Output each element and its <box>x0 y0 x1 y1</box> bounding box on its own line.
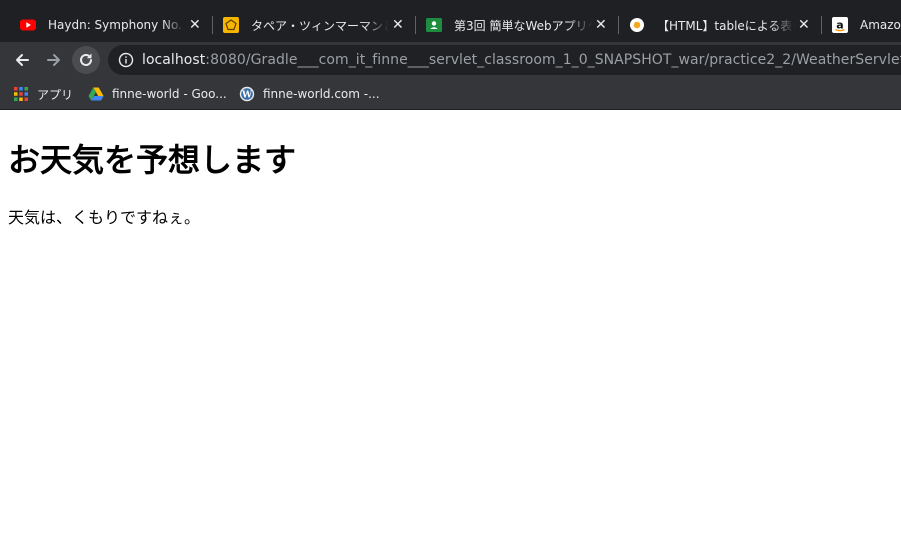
reload-icon <box>80 53 92 66</box>
bookmarks-bar: アプリ finne-world - Goo... W finne-world.c… <box>0 78 901 110</box>
forward-button[interactable] <box>40 46 68 74</box>
url-text: localhost:8080/Gradle___com_it_finne___s… <box>142 52 901 68</box>
svg-text:a: a <box>836 19 843 32</box>
tab-close-button[interactable]: ✕ <box>189 18 201 32</box>
tab-title: 【HTML】tableによる表の <box>657 18 795 33</box>
bookmark-label: finne-world - Goo... <box>112 87 227 101</box>
browser-toolbar: localhost:8080/Gradle___com_it_finne___s… <box>0 42 901 78</box>
google-drive-icon <box>88 86 104 102</box>
close-icon: ✕ <box>595 17 607 33</box>
bookmark-google-drive[interactable]: finne-world - Goo... <box>88 84 227 104</box>
bookmark-label: finne-world.com -... <box>263 87 380 101</box>
tab-strip: Haydn: Symphony No. 9 ✕ タペア・ツィンマーマンとラ ✕ … <box>0 0 901 42</box>
bookmark-finne-world[interactable]: W finne-world.com -... <box>239 84 380 104</box>
svg-text:W: W <box>241 90 253 100</box>
tab-title: Amazon <box>860 18 901 32</box>
tab-title: Haydn: Symphony No. 9 <box>48 18 186 32</box>
weather-message: 天気は、くもりですねぇ。 <box>8 208 201 227</box>
bookmark-label: アプリ <box>37 87 74 102</box>
sketch-icon <box>223 17 239 33</box>
page-content: お天気を予想します 天気は、くもりですねぇ。 <box>0 111 901 538</box>
tab-title: タペア・ツィンマーマンとラ <box>251 18 389 33</box>
close-icon: ✕ <box>189 17 201 33</box>
page-heading: お天気を予想します <box>8 141 297 179</box>
fried-egg-icon <box>629 17 645 33</box>
tab-amazon[interactable]: a Amazon <box>820 8 901 42</box>
tab-html-table[interactable]: 【HTML】tableによる表の <box>617 8 821 42</box>
google-classroom-icon <box>426 17 442 33</box>
url-path: :8080/Gradle___com_it_finne___servlet_cl… <box>205 52 901 68</box>
tab-youtube-haydn[interactable]: Haydn: Symphony No. 9 <box>8 8 212 42</box>
site-info-icon[interactable] <box>118 52 134 68</box>
close-icon: ✕ <box>798 17 810 33</box>
close-icon: ✕ <box>392 17 404 33</box>
tab-classroom[interactable]: 第3回 簡単なWebアプリケ <box>414 8 618 42</box>
tab-close-button[interactable]: ✕ <box>798 18 810 32</box>
arrow-right-icon <box>47 54 60 66</box>
bookmark-apps[interactable]: アプリ <box>13 84 73 104</box>
tab-close-button[interactable]: ✕ <box>392 18 404 32</box>
arrow-left-icon <box>16 54 29 66</box>
tab-title: 第3回 簡単なWebアプリケ <box>454 18 592 33</box>
reload-button[interactable] <box>72 46 100 74</box>
amazon-icon: a <box>832 17 848 33</box>
tab-close-button[interactable]: ✕ <box>595 18 607 32</box>
back-button[interactable] <box>8 46 36 74</box>
wordpress-icon: W <box>239 86 255 102</box>
tab-sketch[interactable]: タペア・ツィンマーマンとラ <box>211 8 415 42</box>
address-bar[interactable]: localhost:8080/Gradle___com_it_finne___s… <box>108 45 901 75</box>
apps-grid-icon <box>13 86 29 102</box>
url-host: localhost <box>142 52 206 68</box>
youtube-icon <box>20 17 36 33</box>
